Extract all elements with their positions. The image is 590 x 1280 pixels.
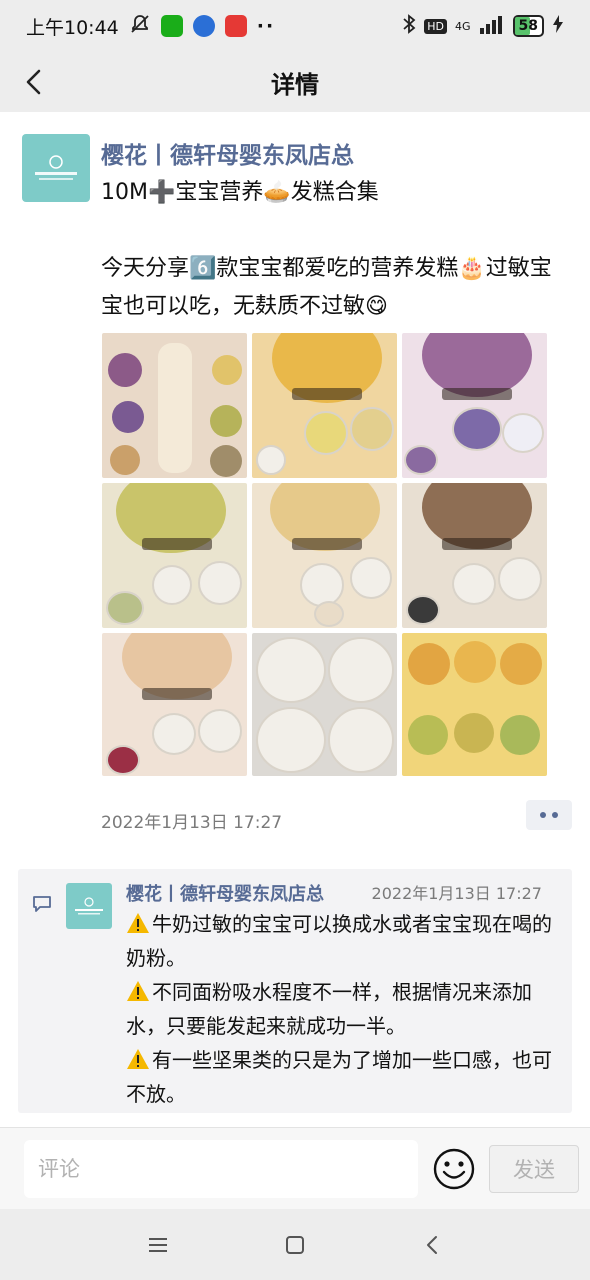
post-text-body: 今天分享6️⃣款宝宝都爱吃的营养发糕🎂过敏宝宝也可以吃，无麸质不过敏😋 — [101, 256, 552, 319]
comment-line: 有一些坚果类的只是为了增加一些口感，也可不放。 — [126, 1048, 552, 1106]
nav-header: 详情 — [0, 52, 590, 112]
photo-5[interactable] — [252, 483, 397, 628]
photo-6[interactable] — [402, 483, 547, 628]
back-arrow-icon — [426, 1235, 437, 1254]
back-arrow-icon — [26, 69, 41, 95]
system-navigation-bar — [0, 1209, 590, 1280]
recent-apps-button[interactable] — [138, 1225, 178, 1265]
comment-timestamp: 2022年1月13日 17:27 — [371, 884, 542, 903]
smiley-icon — [433, 1148, 475, 1190]
emoji-button[interactable] — [432, 1147, 476, 1191]
comment-input[interactable] — [24, 1140, 418, 1198]
home-button[interactable] — [275, 1225, 315, 1265]
photo-3[interactable] — [402, 333, 547, 478]
avatar[interactable] — [22, 134, 90, 202]
store-logo-icon — [75, 897, 103, 915]
app-notification-icon — [192, 15, 215, 37]
comment-icon — [32, 895, 52, 917]
network-label: 4G — [454, 19, 471, 33]
comment-line: 牛奶过敏的宝宝可以换成水或者宝宝现在喝的奶粉。 — [126, 912, 552, 970]
square-icon — [285, 1235, 304, 1254]
charging-icon — [552, 14, 564, 39]
more-notifications-icon: ·· — [256, 15, 276, 37]
wechat-icon — [160, 15, 183, 37]
warning-icon — [127, 981, 149, 1001]
send-button[interactable]: 发送 — [489, 1145, 579, 1193]
back-button[interactable] — [14, 60, 54, 104]
battery-indicator: 58 — [512, 15, 544, 37]
store-logo-icon — [35, 155, 77, 180]
more-actions-button[interactable] — [526, 800, 572, 830]
status-bar: 上午10:44 ·· HD 4G 58 — [0, 0, 590, 52]
status-time: 上午10:44 — [26, 16, 119, 39]
menu-icon — [149, 1237, 168, 1252]
comment-author[interactable]: 樱花丨德轩母婴东凤店总 — [126, 880, 324, 906]
comments-section: 樱花丨德轩母婴东凤店总 2022年1月13日 17:27 牛奶过敏的宝宝可以换成… — [18, 869, 572, 1113]
page-title: 详情 — [271, 70, 319, 99]
bluetooth-icon — [402, 13, 416, 40]
photo-2[interactable] — [252, 333, 397, 478]
photo-1[interactable] — [102, 333, 247, 478]
post-text: 10M➕宝宝营养🥧发糕合集 今天分享6️⃣款宝宝都爱吃的营养发糕🎂过敏宝宝也可以… — [101, 174, 571, 326]
signal-icon — [479, 14, 505, 39]
comment-line: 不同面粉吸水程度不一样，根据情况来添加水，只要能发起来就成功一半。 — [126, 980, 532, 1038]
post-text-title: 10M➕宝宝营养🥧发糕合集 — [101, 180, 379, 205]
post-timestamp: 2022年1月13日 17:27 — [101, 813, 283, 833]
mute-bell-icon — [129, 13, 151, 40]
photo-grid — [102, 333, 548, 776]
photo-4[interactable] — [102, 483, 247, 628]
news-app-icon — [224, 15, 247, 37]
comment-text: 牛奶过敏的宝宝可以换成水或者宝宝现在喝的奶粉。 不同面粉吸水程度不一样，根据情况… — [126, 907, 556, 1111]
photo-7[interactable] — [102, 633, 247, 776]
warning-icon — [127, 1049, 149, 1069]
photo-8[interactable] — [252, 633, 397, 776]
comment-avatar[interactable] — [66, 883, 112, 929]
hd-badge: HD — [424, 18, 447, 34]
post-author[interactable]: 樱花丨德轩母婴东凤店总 — [101, 136, 354, 170]
system-back-button[interactable] — [412, 1225, 452, 1265]
warning-icon — [127, 913, 149, 933]
photo-9[interactable] — [402, 633, 547, 776]
comment-input-bar: 发送 — [0, 1127, 590, 1209]
